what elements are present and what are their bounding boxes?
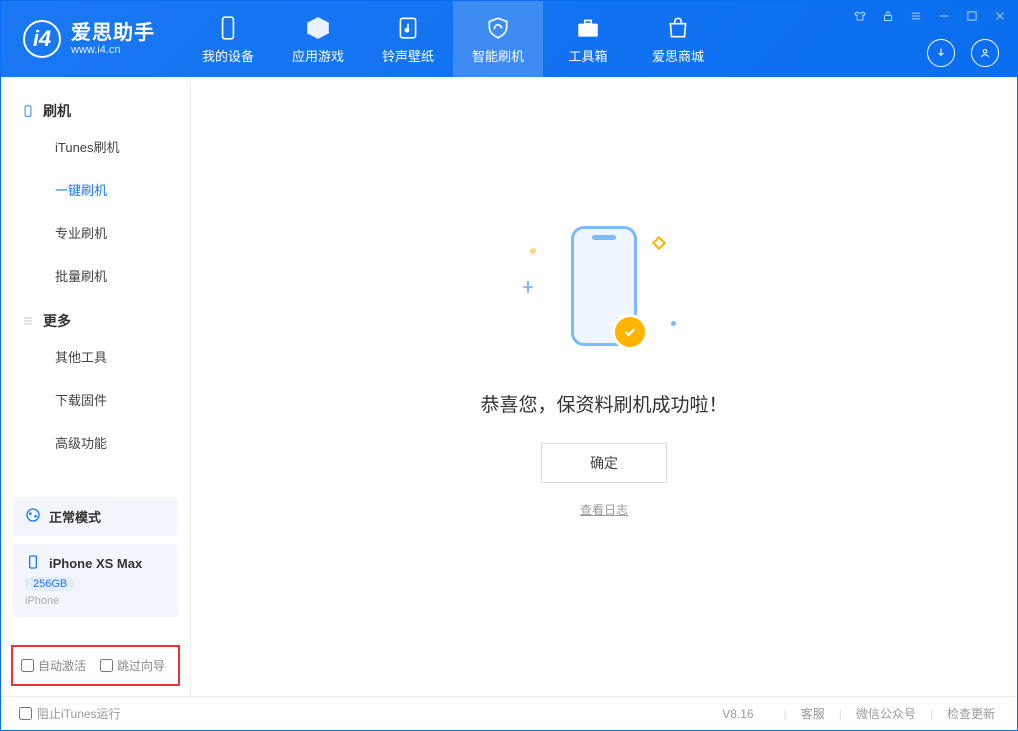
cube-icon <box>304 14 332 42</box>
download-button[interactable] <box>927 39 955 67</box>
header-actions <box>927 39 999 67</box>
briefcase-icon <box>574 14 602 42</box>
close-icon[interactable] <box>993 9 1007 23</box>
logo-icon: i4 <box>23 20 61 58</box>
device-mode-label: 正常模式 <box>49 507 101 526</box>
nav-label: 工具箱 <box>568 46 607 65</box>
device-panel: 正常模式 iPhone XS Max 256GB iPhone <box>1 489 190 637</box>
device-capacity: 256GB <box>25 577 75 591</box>
shield-refresh-icon <box>484 14 512 42</box>
sidebar: 刷机 iTunes刷机 一键刷机 专业刷机 批量刷机 更多 其他工具 下载固件 … <box>1 77 191 696</box>
minimize-icon[interactable] <box>937 9 951 23</box>
nav-ringtones-wallpapers[interactable]: 铃声壁纸 <box>363 1 453 77</box>
menu-icon[interactable] <box>909 9 923 23</box>
sidebar-item-batch-flash[interactable]: 批量刷机 <box>1 254 190 297</box>
success-illustration <box>504 216 704 356</box>
app-subtitle: www.i4.cn <box>71 44 155 56</box>
maximize-icon[interactable] <box>965 9 979 23</box>
sidebar-item-other-tools[interactable]: 其他工具 <box>1 335 190 378</box>
app-window: i4 爱思助手 www.i4.cn 我的设备 应用游戏 铃声壁纸 智能刷机 <box>0 0 1018 731</box>
account-button[interactable] <box>971 39 999 67</box>
device-info-card[interactable]: iPhone XS Max 256GB iPhone <box>13 544 178 617</box>
sidebar-group-more: 更多 <box>1 297 190 335</box>
nav-label: 爱思商城 <box>652 46 704 65</box>
sidebar-item-oneclick-flash[interactable]: 一键刷机 <box>1 168 190 211</box>
list-icon <box>21 314 35 328</box>
nav-label: 我的设备 <box>202 46 254 65</box>
header: i4 爱思助手 www.i4.cn 我的设备 应用游戏 铃声壁纸 智能刷机 <box>1 1 1017 77</box>
nav-apps-games[interactable]: 应用游戏 <box>273 1 363 77</box>
nav-my-device[interactable]: 我的设备 <box>183 1 273 77</box>
sidebar-group-flash: 刷机 <box>1 87 190 125</box>
check-badge-icon <box>612 314 648 350</box>
sidebar-item-pro-flash[interactable]: 专业刷机 <box>1 211 190 254</box>
option-skip-guide[interactable]: 跳过向导 <box>100 657 165 674</box>
nav-toolbox[interactable]: 工具箱 <box>543 1 633 77</box>
nav-tabs: 我的设备 应用游戏 铃声壁纸 智能刷机 工具箱 爱思商城 <box>183 1 723 77</box>
main-content: 恭喜您，保资料刷机成功啦！ 确定 查看日志 <box>191 77 1017 696</box>
window-controls <box>853 9 1007 23</box>
option-block-itunes[interactable]: 阻止iTunes运行 <box>19 705 121 722</box>
status-bar: 阻止iTunes运行 V8.16 | 客服 | 微信公众号 | 检查更新 <box>1 696 1017 730</box>
ok-button[interactable]: 确定 <box>541 443 667 483</box>
footer-link-update[interactable]: 检查更新 <box>943 705 999 722</box>
footer-link-wechat[interactable]: 微信公众号 <box>852 705 920 722</box>
device-icon <box>214 14 242 42</box>
sidebar-item-download-firmware[interactable]: 下载固件 <box>1 378 190 421</box>
nav-store[interactable]: 爱思商城 <box>633 1 723 77</box>
nav-smart-flash[interactable]: 智能刷机 <box>453 1 543 77</box>
phone-small-icon <box>25 554 41 573</box>
nav-label: 铃声壁纸 <box>382 46 434 65</box>
music-file-icon <box>394 14 422 42</box>
mode-icon <box>25 507 41 526</box>
view-log-link[interactable]: 查看日志 <box>580 501 628 518</box>
device-type: iPhone <box>25 595 59 607</box>
sidebar-item-itunes-flash[interactable]: iTunes刷机 <box>1 125 190 168</box>
phone-icon <box>21 104 35 118</box>
app-title: 爱思助手 <box>71 22 155 44</box>
device-name: iPhone XS Max <box>49 556 142 571</box>
sidebar-item-advanced[interactable]: 高级功能 <box>1 421 190 464</box>
success-message: 恭喜您，保资料刷机成功啦！ <box>480 390 727 417</box>
app-logo: i4 爱思助手 www.i4.cn <box>1 20 173 58</box>
nav-label: 智能刷机 <box>472 46 524 65</box>
lock-icon[interactable] <box>881 9 895 23</box>
option-auto-activate[interactable]: 自动激活 <box>21 657 86 674</box>
footer-link-support[interactable]: 客服 <box>797 705 829 722</box>
version-label: V8.16 <box>722 707 753 721</box>
tshirt-icon[interactable] <box>853 9 867 23</box>
flash-options-highlight: 自动激活 跳过向导 <box>11 645 180 686</box>
app-body: 刷机 iTunes刷机 一键刷机 专业刷机 批量刷机 更多 其他工具 下载固件 … <box>1 77 1017 696</box>
nav-label: 应用游戏 <box>292 46 344 65</box>
device-mode-card[interactable]: 正常模式 <box>13 497 178 536</box>
bag-icon <box>664 14 692 42</box>
